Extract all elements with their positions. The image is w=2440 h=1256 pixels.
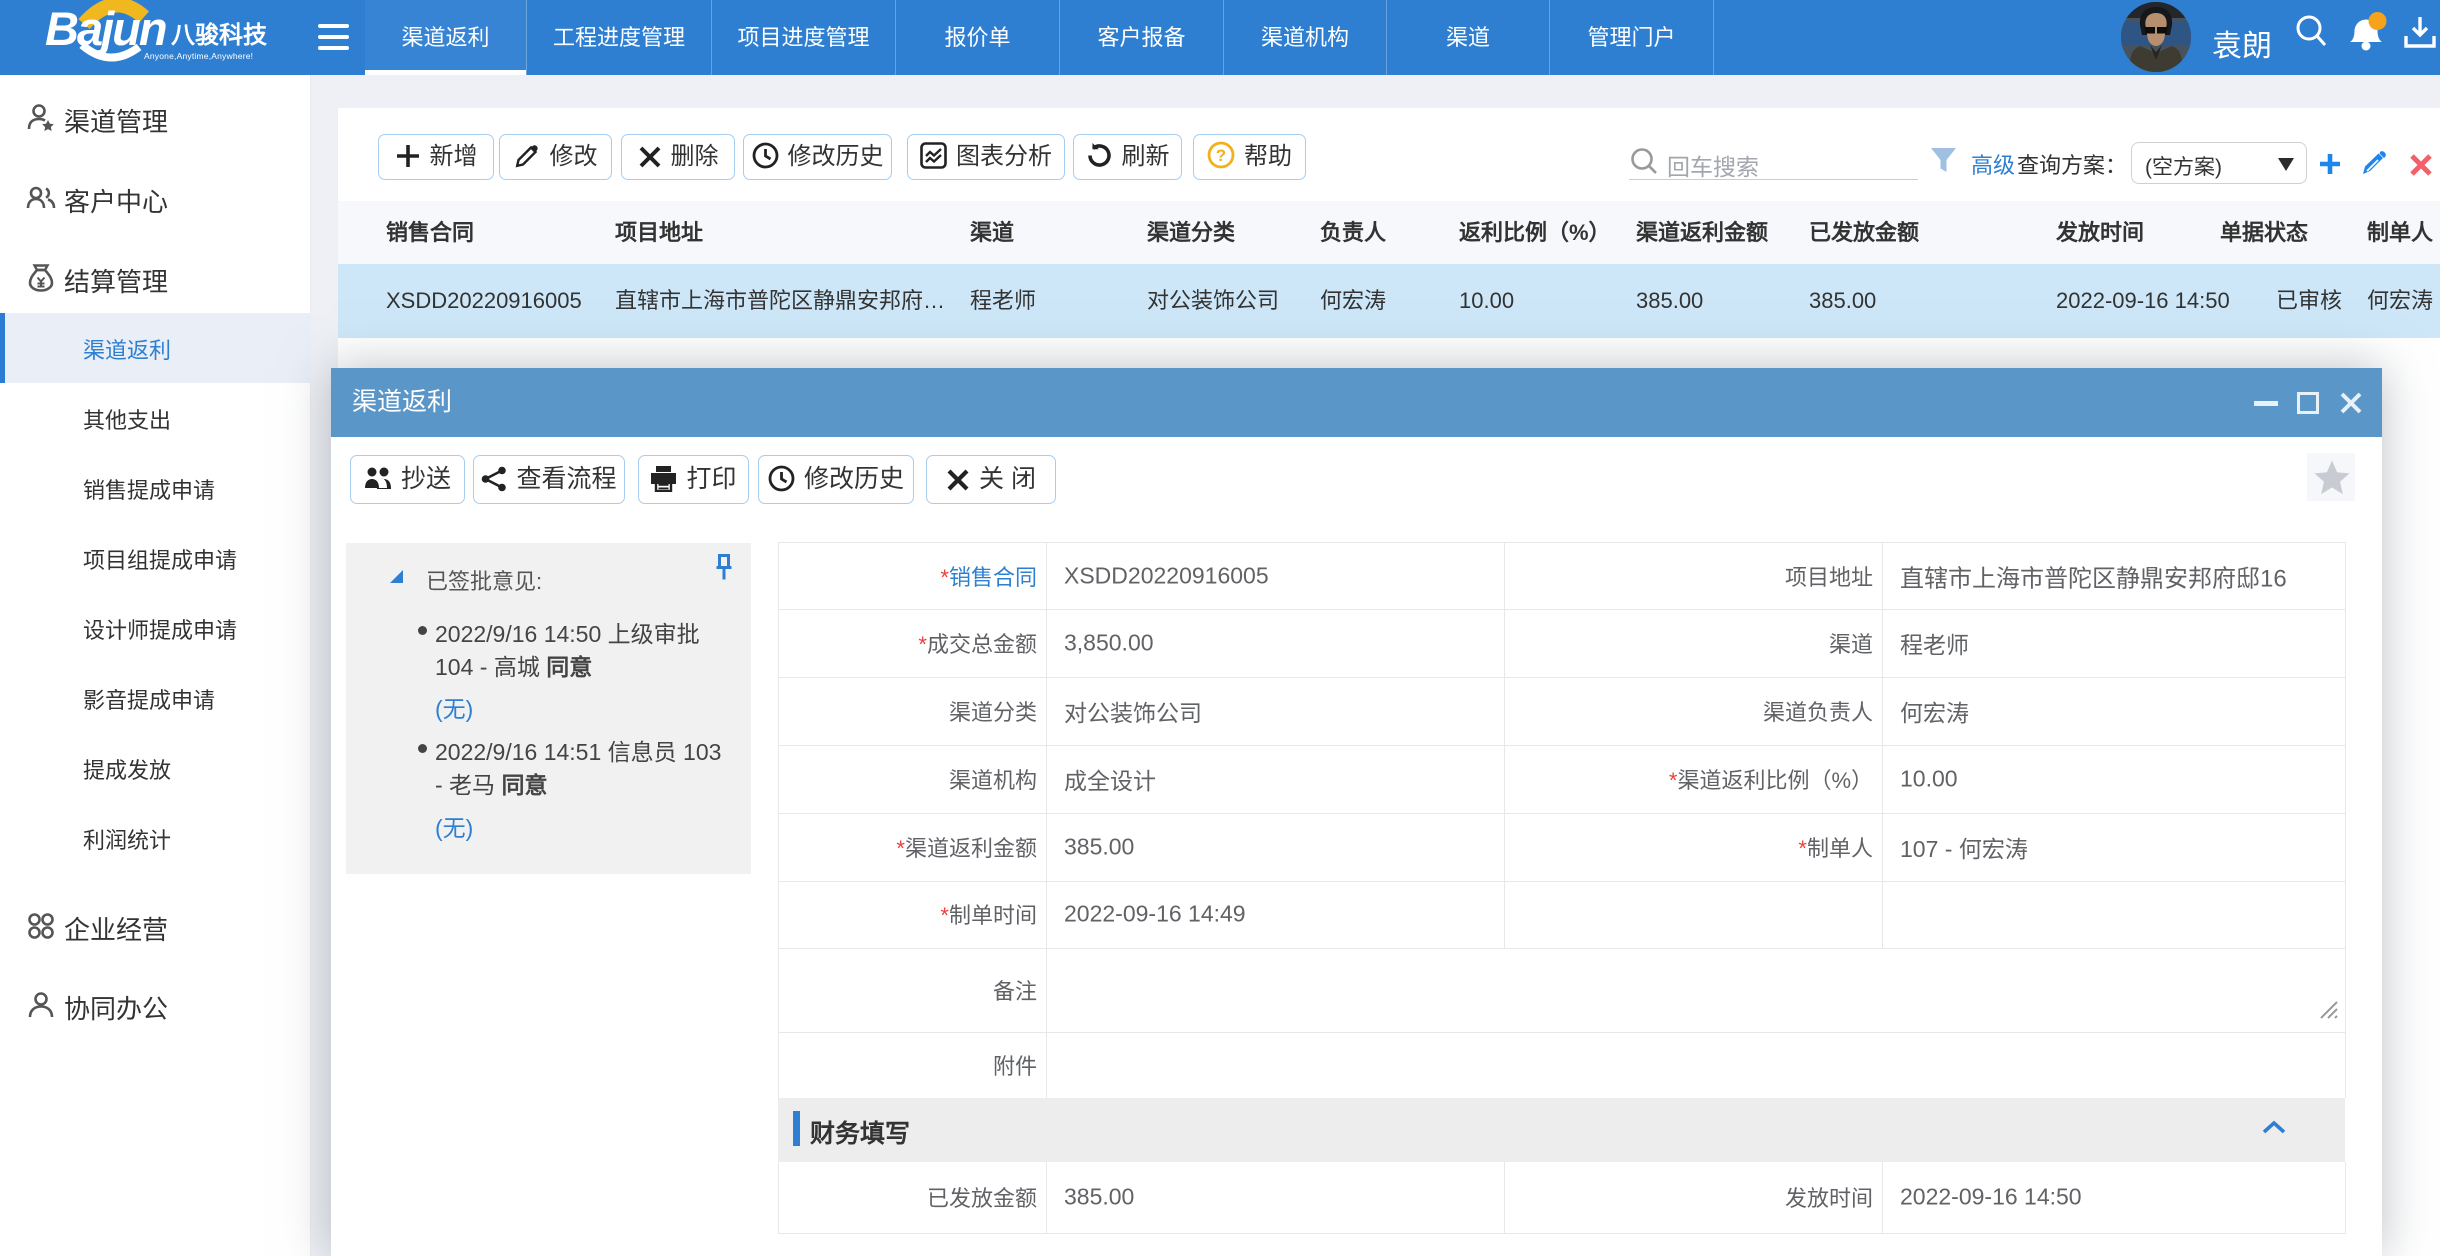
svg-text:?: ? bbox=[1216, 146, 1226, 165]
